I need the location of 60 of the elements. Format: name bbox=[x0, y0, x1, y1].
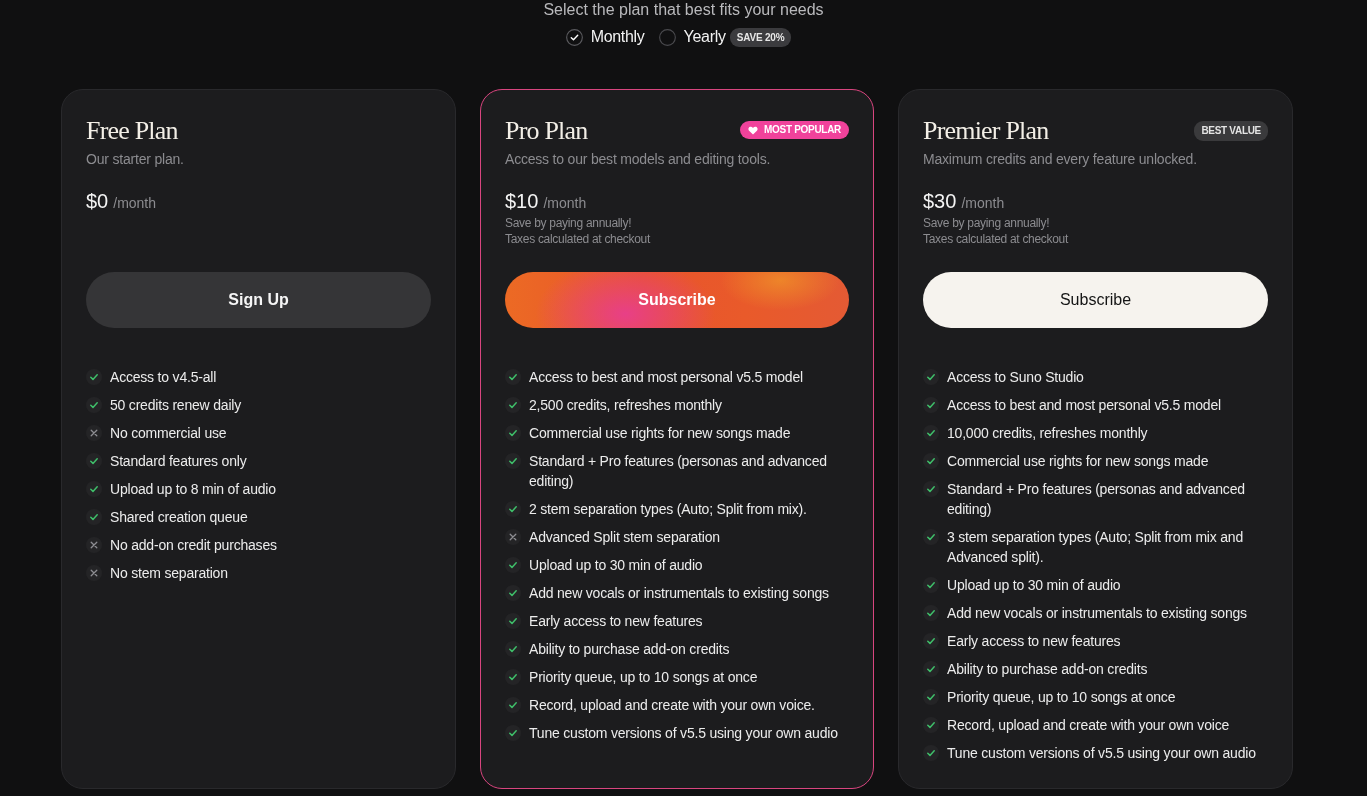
price-note: Taxes calculated at checkout bbox=[505, 231, 652, 247]
heart-icon bbox=[748, 125, 759, 135]
feature-text: 10,000 credits, refreshes monthly bbox=[947, 424, 1148, 443]
feature-text: Priority queue, up to 10 songs at once bbox=[529, 668, 758, 687]
plan-price: $10 bbox=[505, 189, 539, 213]
feature-text: Early access to new features bbox=[947, 632, 1121, 651]
feature-text: Priority queue, up to 10 songs at once bbox=[947, 688, 1176, 707]
subscribe-button[interactable]: Subscribe bbox=[923, 272, 1268, 328]
feature-text: Upload up to 30 min of audio bbox=[529, 556, 703, 575]
price-note: Taxes calculated at checkout bbox=[923, 231, 1070, 247]
plan-name: Premier Plan bbox=[923, 116, 1049, 146]
price-note: Save by paying annually! bbox=[505, 215, 633, 231]
page-subtitle: Select the plan that best fits your needs bbox=[542, 0, 825, 19]
feature-text: Tune custom versions of v5.5 using your own audio bbox=[529, 724, 838, 743]
feature-text: Standard + Pro features (personas and advanced editing) bbox=[529, 452, 828, 491]
feature-text: Add new vocals or instrumentals to existing songs bbox=[947, 604, 1247, 623]
discount-badge: SAVE 20% bbox=[729, 27, 792, 47]
feature-text: Standard features only bbox=[110, 452, 247, 471]
feature-text: No add-on credit purchases bbox=[110, 536, 277, 555]
feature-text: Commercial use rights for new songs made bbox=[947, 452, 1209, 471]
feature-text: Shared creation queue bbox=[110, 508, 248, 527]
price-period: /month bbox=[543, 194, 587, 213]
feature-text: 2,500 credits, refreshes monthly bbox=[529, 396, 722, 415]
feature-text: Ability to purchase add-on credits bbox=[529, 640, 730, 659]
plan-description: Maximum credits and every feature unlocked. bbox=[923, 150, 1198, 169]
plan-description: Access to our best models and editing tools. bbox=[505, 150, 772, 169]
feature-text: 50 credits renew daily bbox=[110, 396, 241, 415]
feature-text: 2 stem separation types (Auto; Split from mix). bbox=[529, 500, 807, 519]
subscribe-button[interactable]: Subscribe bbox=[505, 272, 849, 328]
billing-option[interactable]: Monthly bbox=[565, 27, 645, 47]
price-period: /month bbox=[113, 194, 157, 213]
highlight-text: MOST POPULAR bbox=[764, 124, 841, 136]
feature-text: Access to v4.5-all bbox=[110, 368, 217, 387]
feature-text: Commercial use rights for new songs made bbox=[529, 424, 791, 443]
feature-text: Access to best and most personal v5.5 model bbox=[529, 368, 803, 387]
plan-description: Our starter plan. bbox=[86, 150, 185, 169]
feature-text: Advanced Split stem separation bbox=[529, 528, 720, 547]
feature-text: Upload up to 8 min of audio bbox=[110, 480, 276, 499]
feature-text: Tune custom versions of v5.5 using your own audio bbox=[947, 744, 1256, 763]
plan-name: Free Plan bbox=[86, 116, 178, 146]
highlight-text: BEST VALUE bbox=[1201, 125, 1261, 137]
price-period: /month bbox=[961, 194, 1005, 213]
feature-text: 3 stem separation types (Auto; Split from mix and Advanced split). bbox=[947, 528, 1244, 567]
plan-price: $30 bbox=[923, 189, 957, 213]
price-note: Save by paying annually! bbox=[923, 215, 1051, 231]
feature-text: Access to Suno Studio bbox=[947, 368, 1084, 387]
feature-text: Record, upload and create with your own voice. bbox=[529, 696, 815, 715]
plan-name: Pro Plan bbox=[505, 116, 588, 146]
feature-text: Standard + Pro features (personas and advanced editing) bbox=[947, 480, 1246, 519]
feature-text: Record, upload and create with your own voice bbox=[947, 716, 1230, 735]
billing-option[interactable]: Yearly bbox=[658, 27, 726, 47]
plan-price: $0 bbox=[86, 189, 109, 213]
sign-up-button[interactable]: Sign Up bbox=[86, 272, 431, 328]
feature-text: Upload up to 30 min of audio bbox=[947, 576, 1121, 595]
feature-text: Early access to new features bbox=[529, 612, 703, 631]
feature-text: Access to best and most personal v5.5 model bbox=[947, 396, 1221, 415]
feature-text: No stem separation bbox=[110, 564, 228, 583]
feature-text: Ability to purchase add-on credits bbox=[947, 660, 1148, 679]
feature-text: No commercial use bbox=[110, 424, 227, 443]
feature-text: Add new vocals or instrumentals to existing songs bbox=[529, 584, 829, 603]
